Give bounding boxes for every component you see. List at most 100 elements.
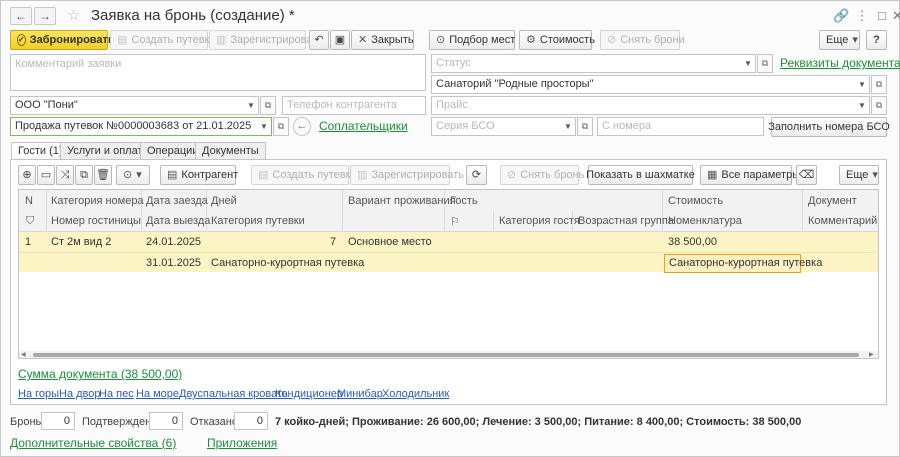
fill-bso-button[interactable]: Заполнить номера БСО: [768, 117, 890, 137]
col-n[interactable]: N: [25, 195, 33, 207]
col-voucher-category[interactable]: Категория путевки: [211, 215, 305, 227]
col-hotel-room[interactable]: Номер гостиницы: [51, 215, 141, 227]
table-row[interactable]: 1 Ст 2м вид 2 24.01.2025 7 Основное мест…: [19, 232, 878, 252]
pick-places-button[interactable]: ⊙ Подбор мест ▾: [429, 30, 525, 50]
filter-ac[interactable]: Кондиционер: [275, 388, 343, 400]
open-link-icon[interactable]: ⧉: [577, 117, 593, 136]
open-link-icon[interactable]: ⧉: [260, 96, 276, 115]
shuffle-icon[interactable]: ⤨: [56, 165, 74, 185]
col-days[interactable]: Дней: [211, 195, 237, 207]
register-icon: ▥: [357, 169, 368, 181]
chevron-down-icon[interactable]: ▼: [742, 56, 754, 71]
close-icon[interactable]: ✕: [892, 8, 900, 24]
cost-button[interactable]: ⚙ Стоимость: [519, 30, 595, 50]
maximize-icon[interactable]: □: [874, 8, 890, 24]
requisites-link[interactable]: Реквизиты документа: [780, 56, 900, 70]
col-cost[interactable]: Стоимость: [668, 195, 723, 207]
cell-departure: 31.01.2025: [146, 257, 202, 269]
clear-icon[interactable]: ⌫: [796, 165, 817, 185]
more-icon[interactable]: ⋮: [854, 8, 870, 24]
add-icon[interactable]: ⊕: [18, 165, 36, 185]
refresh-icon[interactable]: ⟳: [466, 165, 487, 185]
open-link-icon[interactable]: ⧉: [871, 75, 887, 94]
attachments-link[interactable]: Приложения: [207, 436, 277, 450]
from-number-field[interactable]: С номера: [597, 117, 764, 136]
filter-minibar[interactable]: Минибар: [337, 388, 383, 400]
filter-sea[interactable]: На море: [136, 388, 179, 400]
counterparty-button[interactable]: ▤ Контрагент: [160, 165, 238, 185]
all-params-button[interactable]: ▦ Все параметры: [700, 165, 800, 185]
forward-button[interactable]: →: [34, 7, 56, 25]
register-row-button[interactable]: ▥ Зарегистрировать: [350, 165, 464, 185]
scroll-left-icon[interactable]: ◀: [21, 352, 29, 358]
price-field[interactable]: Прайс ▼: [431, 96, 870, 115]
create-voucher-button[interactable]: ▤ Создать путевку: [251, 165, 356, 185]
sale-field[interactable]: Продажа путевок №0000003683 от 21.01.202…: [10, 117, 272, 136]
binoculars-icon: ⊙: [123, 169, 133, 181]
filter-dog[interactable]: На пес: [99, 388, 134, 400]
copy-icon[interactable]: ⧉: [75, 165, 93, 185]
chevron-down-icon[interactable]: ▼: [856, 98, 868, 113]
col-arrival[interactable]: Дата заезда: [146, 195, 208, 207]
close-button[interactable]: ✕ Закрыть: [351, 30, 414, 50]
create-vouchers-button[interactable]: ▤ Создать путевки: [110, 30, 216, 50]
extra-properties-link[interactable]: Дополнительные свойства (6): [10, 436, 176, 450]
col-guest-category[interactable]: Категория гостя: [499, 215, 580, 227]
comment-field[interactable]: Комментарий заявки: [10, 54, 426, 91]
col-comment[interactable]: Комментарий: [808, 215, 877, 227]
add-row-icon[interactable]: ▭: [37, 165, 55, 185]
col-age-group[interactable]: Возрастная группа: [578, 215, 674, 227]
remove-bookings-button[interactable]: ⊘ Снять брони: [600, 30, 685, 50]
phone-field[interactable]: Телефон контрагента: [282, 96, 426, 115]
status-field[interactable]: Статус ▼: [431, 54, 756, 73]
confirmed-count-field[interactable]: 0: [149, 412, 183, 430]
more-menu-button[interactable]: Еще ▾: [819, 30, 860, 50]
col-nomenclature[interactable]: Номенклатура: [668, 215, 742, 227]
sanatorium-field[interactable]: Санаторий "Родные просторы" ▼: [431, 75, 870, 94]
help-button[interactable]: ?: [866, 30, 887, 50]
filter-fridge[interactable]: Холодильник: [382, 388, 449, 400]
open-link-icon[interactable]: ⧉: [871, 96, 887, 115]
filter-mountains[interactable]: На горы: [18, 388, 59, 400]
col-document[interactable]: Документ: [808, 195, 857, 207]
table-row-sub[interactable]: 31.01.2025 Санаторно-курортная путевка С…: [19, 252, 878, 273]
scroll-right-icon[interactable]: ▶: [869, 352, 877, 358]
col-living[interactable]: Вариант проживания: [348, 195, 456, 207]
show-chess-button[interactable]: Показать в шахматке: [586, 165, 695, 185]
chevron-down-icon[interactable]: ▼: [562, 119, 574, 134]
shield-icon: ⛉: [26, 215, 35, 227]
star-icon[interactable]: ☆: [67, 7, 80, 25]
open-link-icon[interactable]: ⧉: [757, 54, 773, 73]
back-arrow-icon[interactable]: ←: [293, 117, 311, 136]
filter-yard[interactable]: На двор: [59, 388, 101, 400]
open-link-icon[interactable]: ⧉: [273, 117, 289, 136]
undo-icon[interactable]: ↶: [309, 30, 329, 50]
cell-nomenclature[interactable]: Санаторно-курортная путевка: [664, 254, 822, 273]
col-departure[interactable]: Дата выезда: [146, 215, 210, 227]
booking-count-field[interactable]: 0: [41, 412, 75, 430]
binoculars-menu-button[interactable]: ⊙ ▾: [116, 165, 150, 185]
filter-double-bed[interactable]: Двуспальная кровать: [179, 388, 288, 400]
trash-icon[interactable]: 🗑: [94, 165, 112, 185]
counterparty-field[interactable]: ООО "Пони" ▼: [10, 96, 259, 115]
tab-documents[interactable]: Документы: [195, 142, 266, 159]
chevron-down-icon[interactable]: ▼: [245, 98, 257, 113]
document-sum-link[interactable]: Сумма документа (38 500,00): [18, 367, 182, 381]
link-icon[interactable]: 🔗: [833, 8, 849, 24]
horizontal-scrollbar[interactable]: ◀ ▶: [19, 351, 878, 358]
refused-count-field[interactable]: 0: [234, 412, 268, 430]
guests-table[interactable]: N Категория номера Дата заезда Дней Вари…: [18, 189, 879, 359]
register-button[interactable]: ▥ Зарегистрировать: [209, 30, 323, 50]
col-room-category[interactable]: Категория номера: [51, 195, 144, 207]
remove-booking-button[interactable]: ⊘ Снять бронь: [500, 165, 584, 185]
col-guest[interactable]: Гость: [450, 195, 478, 207]
book-button[interactable]: ✓ Забронировать: [10, 30, 115, 50]
save-icon[interactable]: ▣: [330, 30, 350, 50]
chevron-down-icon[interactable]: ▼: [258, 119, 270, 134]
scrollbar-thumb[interactable]: [33, 353, 859, 357]
bso-series-field[interactable]: Серия БСО ▼: [431, 117, 576, 136]
copayers-link[interactable]: Соплательщики: [319, 119, 408, 133]
tab-more-button[interactable]: Еще ▾: [839, 165, 879, 185]
chevron-down-icon[interactable]: ▼: [856, 77, 868, 92]
back-button[interactable]: ←: [10, 7, 32, 25]
